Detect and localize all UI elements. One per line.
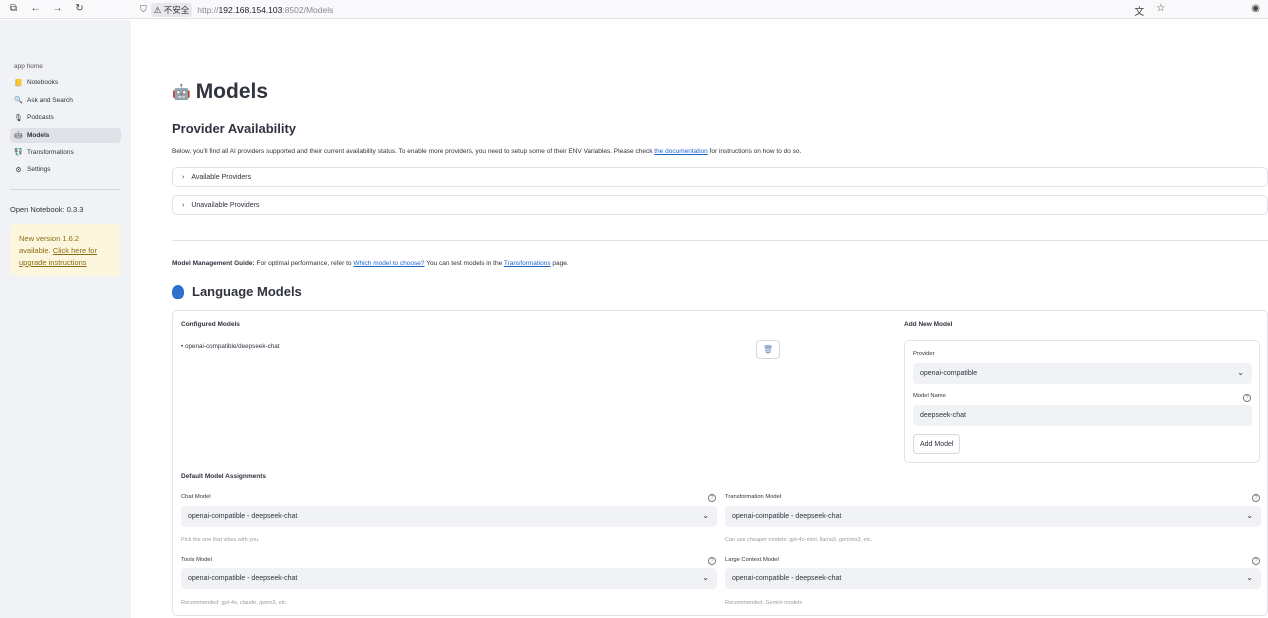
sidebar-item-podcasts[interactable]: 🎙 Podcasts (10, 110, 121, 125)
robot-icon: 🤖 (172, 84, 191, 101)
available-providers-expander[interactable]: › Available Providers (172, 167, 1268, 187)
chevron-down-icon: ⌄ (1237, 368, 1244, 377)
trash-icon: 🗑 (762, 345, 774, 354)
tools-model-label: Tools Model (181, 557, 212, 563)
update-notice: New version 1.6.2 available. Click here … (10, 224, 121, 276)
unavailable-providers-expander[interactable]: › Unavailable Providers (172, 195, 1268, 215)
address-bar[interactable]: ⛉ ⚠ 不安全 http://192.168.154.103:8502/Mode… (140, 2, 1200, 17)
back-icon[interactable]: ← (30, 3, 41, 15)
sidebar-item-label: Transformations (27, 148, 74, 156)
sidebar-item-label: Notebooks (27, 79, 59, 87)
exchange-icon: 💱 (14, 149, 23, 157)
provider-label: Provider (913, 351, 935, 357)
transformation-model-label: Transformation Model (725, 494, 782, 500)
large-context-model-hint: Recommended: Gemini models (725, 600, 803, 606)
provider-availability-heading: Provider Availability (172, 121, 297, 136)
account-icon[interactable]: ◉ (1251, 3, 1260, 18)
delete-model-button[interactable]: 🗑 (756, 340, 780, 359)
gear-icon: ⚙ (15, 166, 22, 174)
chat-model-hint: Pick the one that vibes with you. (181, 537, 260, 543)
notebook-icon: 📒 (14, 79, 23, 87)
model-name-input[interactable]: deepseek-chat (913, 405, 1252, 426)
version-label: Open Notebook: 0.3.3 (10, 205, 84, 214)
sidebar-item-settings[interactable]: ⚙ Settings (10, 162, 121, 177)
divider (172, 240, 1268, 241)
sidebar-toggle-icon[interactable]: ⧉ (8, 3, 19, 15)
sidebar-item-label: Models (27, 131, 50, 139)
help-icon[interactable]: ? (708, 557, 716, 565)
reload-icon[interactable]: ↻ (74, 3, 85, 15)
browser-toolbar: ⧉ ← → ↻ ⛉ ⚠ 不安全 http://192.168.154.103:8… (0, 0, 1268, 19)
configured-model-item: • openai-compatible/deepseek-chat (181, 343, 280, 350)
shield-icon[interactable]: ⛉ (140, 4, 147, 15)
sidebar-item-app-home[interactable]: app home (10, 61, 121, 73)
sidebar-nav: app home 📒 Notebooks 🔍 Ask and Search 🎙 … (10, 61, 121, 177)
forward-icon[interactable]: → (52, 3, 63, 15)
search-icon: 🔍 (14, 97, 23, 105)
documentation-link[interactable]: the documentation (654, 148, 707, 155)
tools-model-hint: Recommended: gpt-4o, claude, qwen3, etc. (181, 600, 288, 606)
sidebar: app home 📒 Notebooks 🔍 Ask and Search 🎙 … (0, 20, 131, 618)
chevron-down-icon: ⌄ (702, 511, 709, 520)
bookmark-star-icon[interactable]: ☆ (1156, 3, 1165, 18)
sidebar-item-ask-and-search[interactable]: 🔍 Ask and Search (10, 93, 121, 108)
provider-select[interactable]: openai-compatible ⌄ (913, 363, 1252, 384)
sidebar-item-models[interactable]: 🤖 Models (10, 127, 121, 143)
provider-description: Below, you'll find all AI providers supp… (172, 148, 802, 155)
page-title: 🤖 Models (172, 80, 269, 103)
transformation-model-select[interactable]: openai-compatible - deepseek-chat ⌄ (725, 506, 1261, 527)
chevron-down-icon: ⌄ (1246, 573, 1253, 582)
url-text: http://192.168.154.103:8502/Models (197, 4, 334, 15)
tools-model-select[interactable]: openai-compatible - deepseek-chat ⌄ (181, 568, 717, 589)
language-models-heading: Language Models (172, 284, 302, 299)
language-models-card: Configured Models • openai-compatible/de… (172, 310, 1268, 616)
chevron-down-icon: ⌄ (702, 573, 709, 582)
help-icon[interactable]: ? (1252, 557, 1260, 565)
chevron-down-icon: ⌄ (1246, 511, 1253, 520)
speech-head-icon (172, 284, 184, 299)
sidebar-divider (10, 189, 121, 190)
translate-icon[interactable]: 文 (1134, 3, 1144, 18)
sidebar-item-label: Ask and Search (27, 96, 73, 104)
help-icon[interactable]: ? (1252, 494, 1260, 502)
sidebar-item-label: Podcasts (27, 114, 54, 122)
main-content: 🤖 Models Provider Availability Below, yo… (131, 20, 1268, 618)
transformations-link[interactable]: Transformations (504, 260, 551, 267)
large-context-model-label: Large Context Model (725, 557, 779, 563)
chat-model-select[interactable]: openai-compatible - deepseek-chat ⌄ (181, 506, 717, 527)
microphone-icon: 🎙 (14, 114, 23, 122)
sidebar-item-notebooks[interactable]: 📒 Notebooks (10, 75, 121, 90)
help-icon[interactable]: ? (708, 494, 716, 502)
chevron-right-icon: › (182, 201, 185, 209)
chevron-right-icon: › (182, 173, 185, 181)
which-model-link[interactable]: Which model to choose? (353, 260, 424, 267)
large-context-model-select[interactable]: openai-compatible - deepseek-chat ⌄ (725, 568, 1261, 589)
help-icon[interactable]: ? (1243, 394, 1251, 402)
insecure-badge[interactable]: ⚠ 不安全 (150, 2, 193, 17)
add-new-model-heading: Add New Model (904, 321, 953, 328)
sidebar-item-transformations[interactable]: 💱 Transformations (10, 145, 121, 160)
model-management-guide: Model Management Guide: For optimal perf… (172, 260, 569, 267)
chat-model-label: Chat Model (181, 494, 211, 500)
default-assignments-heading: Default Model Assignments (181, 473, 266, 480)
add-model-form: Provider openai-compatible ⌄ Model Name … (904, 340, 1260, 463)
configured-models-heading: Configured Models (181, 321, 240, 328)
transformation-model-hint: Can use cheaper models: gpt-4o-mini, lla… (725, 537, 873, 543)
robot-icon: 🤖 (14, 132, 23, 140)
add-model-button[interactable]: Add Model (913, 434, 961, 454)
model-name-label: Model Name (913, 393, 946, 399)
sidebar-item-label: Settings (27, 166, 51, 174)
